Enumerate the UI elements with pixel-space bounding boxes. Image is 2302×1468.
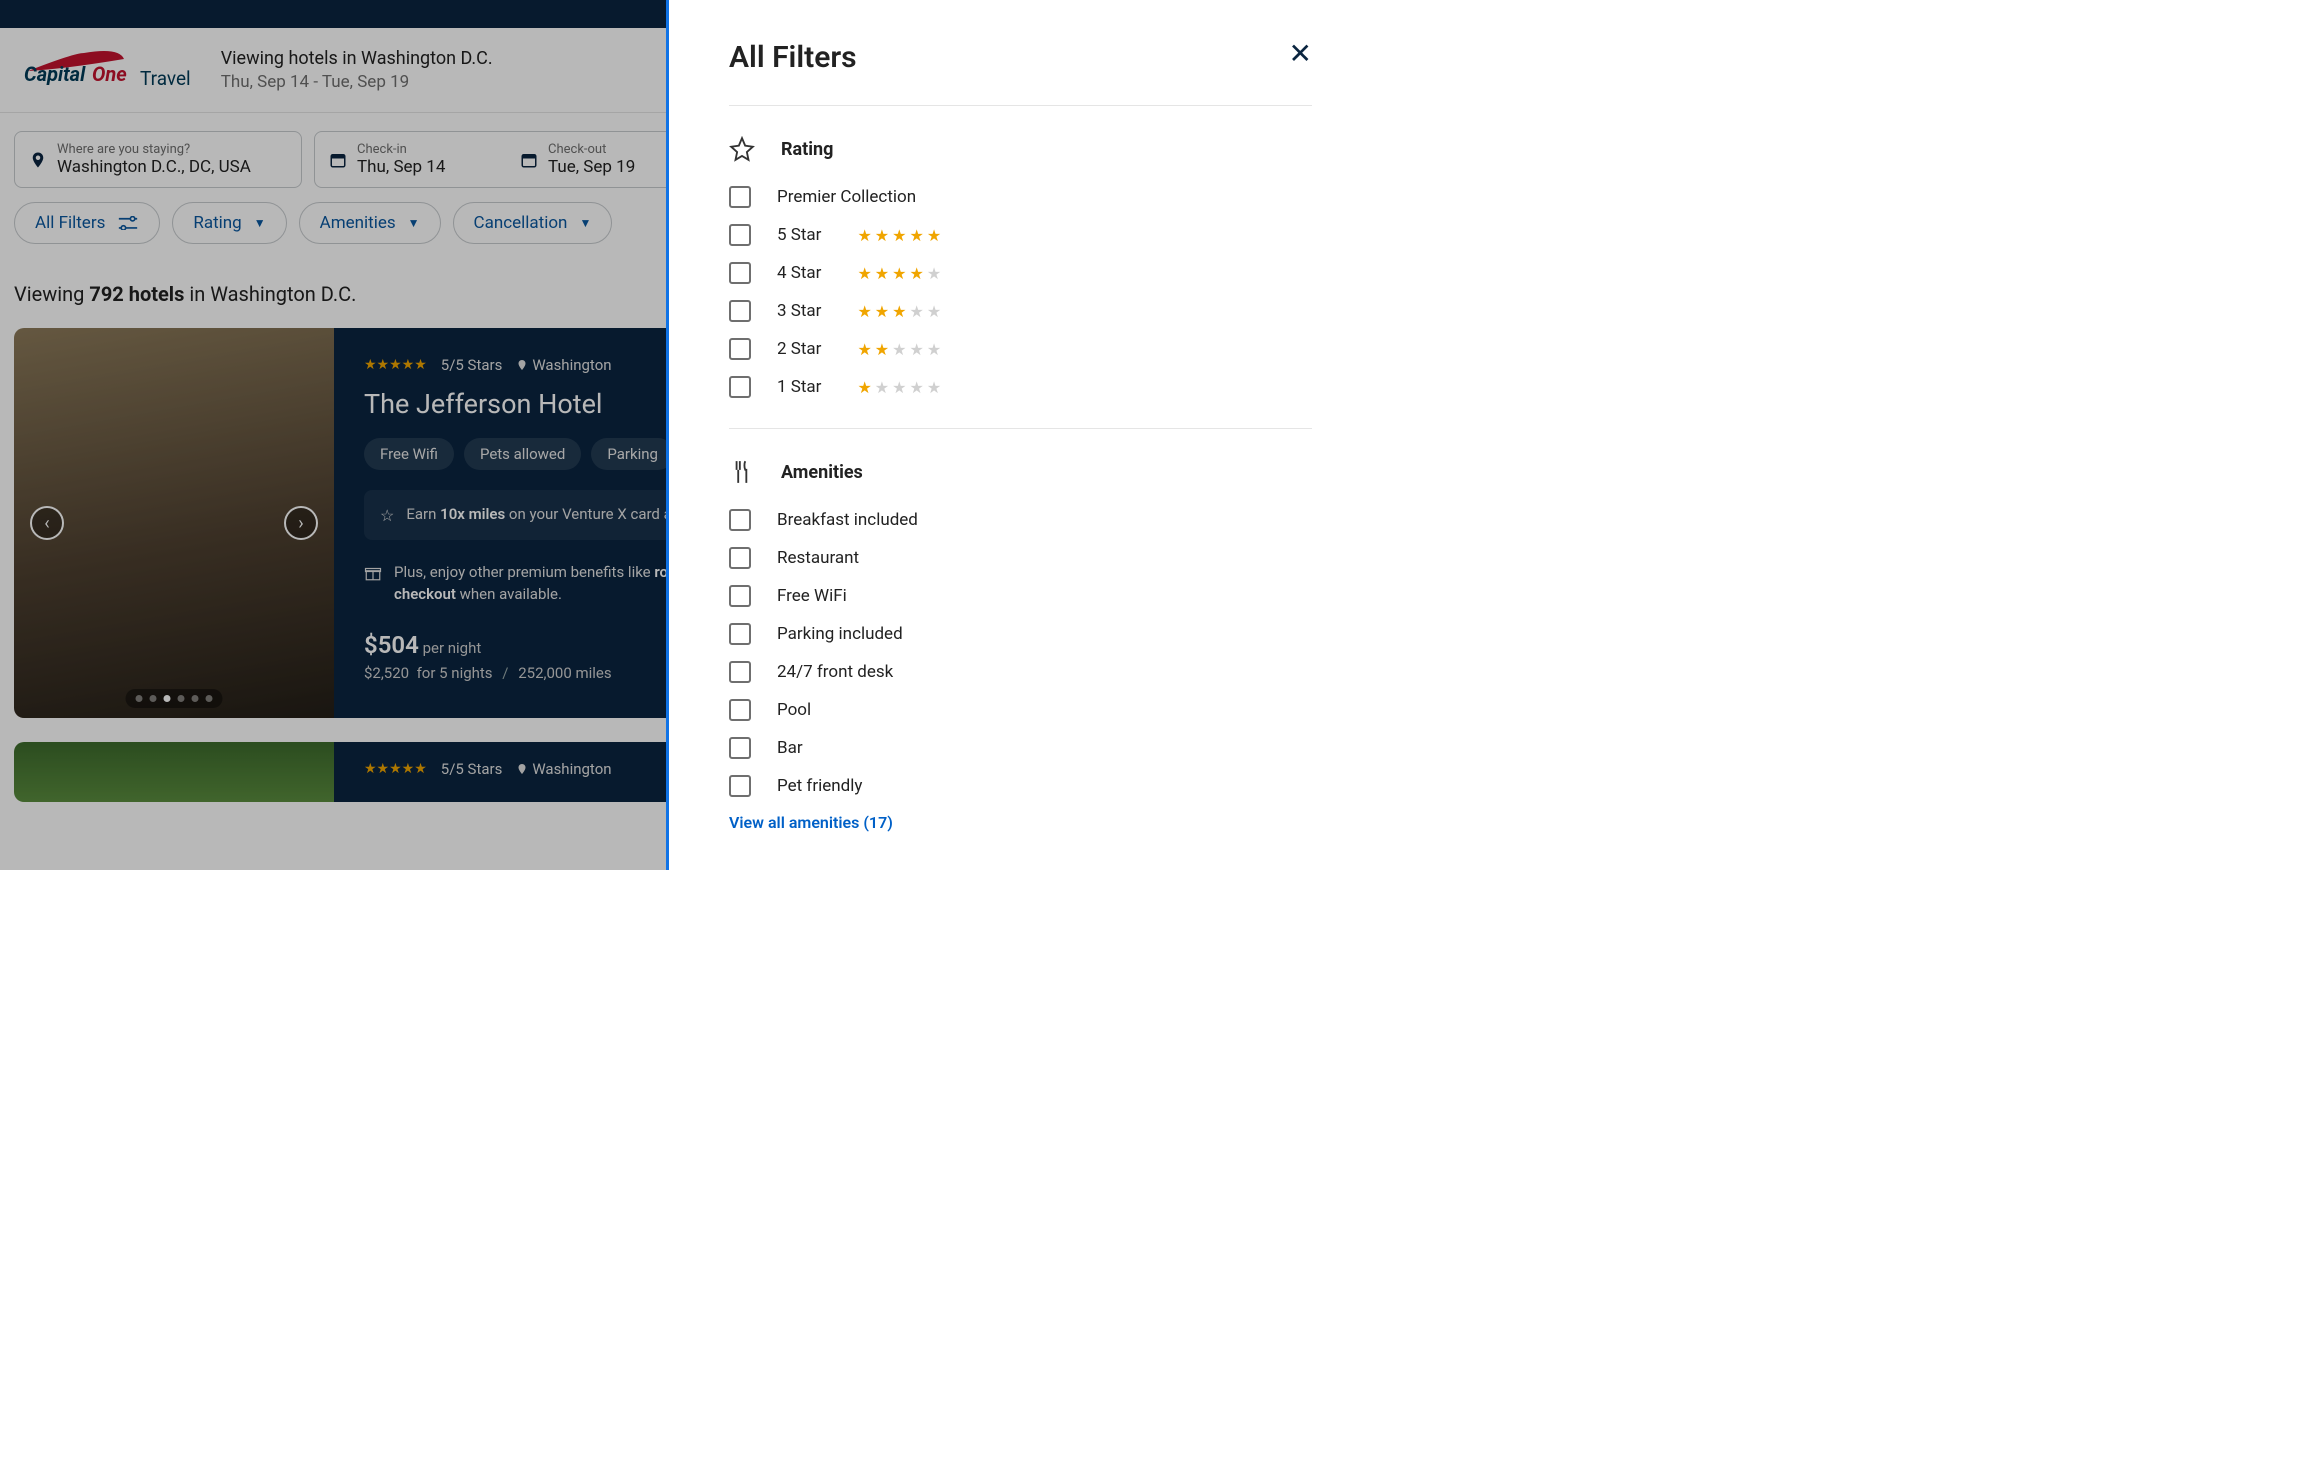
stars-icon: ★★★★★ bbox=[857, 378, 941, 397]
amenity-option[interactable]: Restaurant bbox=[729, 547, 1312, 569]
amenity-option[interactable]: Breakfast included bbox=[729, 509, 1312, 531]
amenity-label: Pet friendly bbox=[777, 776, 862, 796]
panel-title: All Filters bbox=[729, 40, 857, 75]
rating-label: 5 Star bbox=[777, 225, 821, 245]
amenity-option[interactable]: Free WiFi bbox=[729, 585, 1312, 607]
stars-icon: ★★★★★ bbox=[857, 264, 941, 283]
rating-option[interactable]: 4 Star ★★★★★ bbox=[729, 262, 1312, 284]
rating-label: 4 Star bbox=[777, 263, 821, 283]
stars-icon: ★★★★★ bbox=[857, 226, 941, 245]
amenity-label: Parking included bbox=[777, 624, 903, 644]
utensils-icon bbox=[729, 459, 755, 485]
amenity-label: 24/7 front desk bbox=[777, 662, 893, 682]
checkbox[interactable] bbox=[729, 300, 751, 322]
checkbox[interactable] bbox=[729, 376, 751, 398]
amenity-option[interactable]: Pool bbox=[729, 699, 1312, 721]
amenity-label: Breakfast included bbox=[777, 510, 918, 530]
amenity-option[interactable]: Pet friendly bbox=[729, 775, 1312, 797]
amenity-option[interactable]: Bar bbox=[729, 737, 1312, 759]
amenities-title: Amenities bbox=[781, 462, 863, 483]
rating-option[interactable]: 3 Star ★★★★★ bbox=[729, 300, 1312, 322]
checkbox[interactable] bbox=[729, 699, 751, 721]
checkbox[interactable] bbox=[729, 547, 751, 569]
rating-option[interactable]: 2 Star ★★★★★ bbox=[729, 338, 1312, 360]
rating-label: Premier Collection bbox=[777, 187, 916, 207]
rating-section-header: Rating bbox=[729, 136, 1312, 162]
checkbox[interactable] bbox=[729, 338, 751, 360]
checkbox[interactable] bbox=[729, 737, 751, 759]
all-filters-panel: All Filters ✕ Rating Premier Collection 5… bbox=[666, 0, 1356, 870]
amenity-label: Bar bbox=[777, 738, 803, 758]
rating-label: 1 Star bbox=[777, 377, 821, 397]
checkbox[interactable] bbox=[729, 224, 751, 246]
rating-title: Rating bbox=[781, 139, 833, 160]
checkbox[interactable] bbox=[729, 661, 751, 683]
view-all-amenities-link[interactable]: View all amenities (17) bbox=[729, 813, 1312, 832]
checkbox[interactable] bbox=[729, 509, 751, 531]
checkbox[interactable] bbox=[729, 262, 751, 284]
checkbox[interactable] bbox=[729, 623, 751, 645]
rating-label: 2 Star bbox=[777, 339, 821, 359]
rating-label: 3 Star bbox=[777, 301, 821, 321]
rating-option[interactable]: Premier Collection bbox=[729, 186, 1312, 208]
amenity-option[interactable]: Parking included bbox=[729, 623, 1312, 645]
stars-icon: ★★★★★ bbox=[857, 340, 941, 359]
amenities-section-header: Amenities bbox=[729, 459, 1312, 485]
rating-option[interactable]: 1 Star ★★★★★ bbox=[729, 376, 1312, 398]
close-icon[interactable]: ✕ bbox=[1289, 40, 1312, 68]
star-outline-icon bbox=[729, 136, 755, 162]
amenity-label: Free WiFi bbox=[777, 586, 847, 606]
checkbox[interactable] bbox=[729, 186, 751, 208]
rating-option[interactable]: 5 Star ★★★★★ bbox=[729, 224, 1312, 246]
amenity-label: Pool bbox=[777, 700, 811, 720]
amenity-label: Restaurant bbox=[777, 548, 859, 568]
stars-icon: ★★★★★ bbox=[857, 302, 941, 321]
checkbox[interactable] bbox=[729, 775, 751, 797]
checkbox[interactable] bbox=[729, 585, 751, 607]
amenity-option[interactable]: 24/7 front desk bbox=[729, 661, 1312, 683]
